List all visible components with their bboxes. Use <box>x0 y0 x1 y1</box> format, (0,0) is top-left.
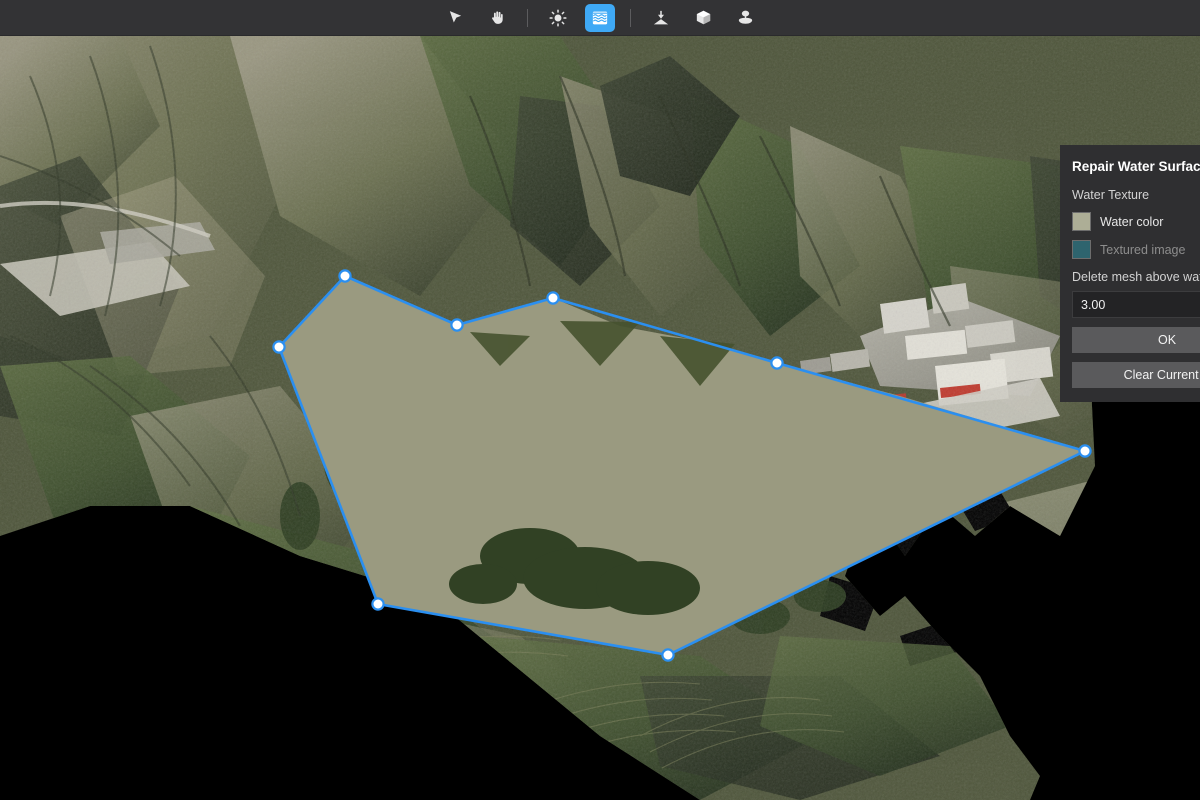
textured-image-swatch[interactable] <box>1072 240 1091 259</box>
water-texture-label: Water Texture <box>1072 188 1150 202</box>
select-cursor-tool[interactable] <box>440 4 470 32</box>
cube-icon <box>695 9 712 26</box>
terrain-mesh-render <box>0 36 1200 800</box>
ok-button[interactable]: OK <box>1072 327 1200 353</box>
flatten-terrain-tool[interactable] <box>646 4 676 32</box>
polygon-vertex[interactable] <box>661 648 675 662</box>
stamp-icon <box>737 9 754 26</box>
polygon-vertex[interactable] <box>338 269 352 283</box>
ok-button-label: OK <box>1157 333 1177 347</box>
stamp-tool[interactable] <box>730 4 760 32</box>
repair-water-tool[interactable] <box>585 3 615 32</box>
polygon-vertex[interactable] <box>770 356 784 370</box>
polygon-vertex[interactable] <box>450 318 464 332</box>
flatten-arrow-icon <box>652 9 670 27</box>
delete-mesh-above-water-label: Delete mesh above wat <box>1072 270 1200 284</box>
sun-icon <box>549 8 567 27</box>
hand-icon <box>489 9 506 26</box>
toolbar-divider-2 <box>630 8 631 27</box>
toolbar-divider-1 <box>527 8 528 27</box>
option-water-color[interactable]: Water color <box>1072 212 1200 231</box>
water-waves-icon <box>591 9 609 27</box>
water-color-swatch[interactable] <box>1072 212 1091 231</box>
mesh-box-tool[interactable] <box>688 4 718 32</box>
clear-current-edit-button[interactable]: Clear Current E <box>1072 362 1200 388</box>
polygon-vertex[interactable] <box>272 340 286 354</box>
clear-current-edit-label: Clear Current E <box>1123 368 1200 382</box>
option-textured-image[interactable]: Textured image <box>1072 240 1200 259</box>
polygon-vertex[interactable] <box>546 291 560 305</box>
polygon-vertex[interactable] <box>1078 444 1092 458</box>
polygon-vertex[interactable] <box>371 597 385 611</box>
main-toolbar <box>0 0 1200 36</box>
pan-hand-tool[interactable] <box>482 4 512 32</box>
lighting-tool[interactable] <box>543 4 573 32</box>
delete-mesh-height-value: 3.00 <box>1081 297 1106 312</box>
terrain-viewport-3d[interactable] <box>0 36 1200 800</box>
repair-water-surface-panel: Repair Water Surface Water Texture Water… <box>1060 145 1200 402</box>
textured-image-label: Textured image <box>1100 242 1186 257</box>
panel-title: Repair Water Surface <box>1072 159 1200 174</box>
water-color-label: Water color <box>1100 214 1164 229</box>
application-root: Repair Water Surface Water Texture Water… <box>0 0 1200 800</box>
delete-mesh-height-input[interactable]: 3.00 <box>1072 291 1200 318</box>
cursor-arrow-icon <box>447 9 464 26</box>
